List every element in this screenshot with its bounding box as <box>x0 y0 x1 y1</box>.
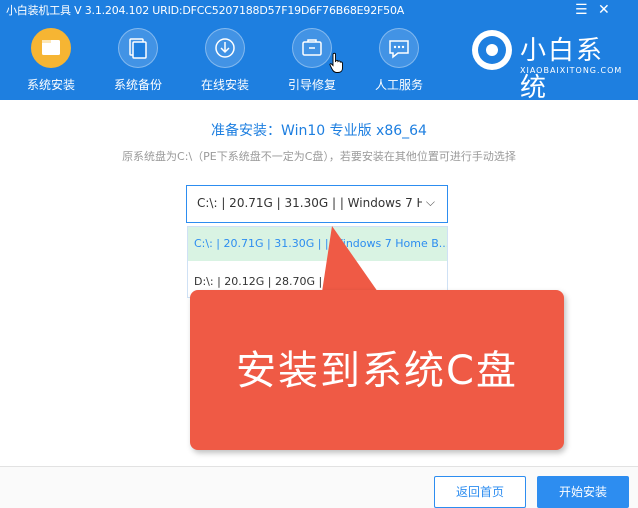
callout-box: 安装到系统C盘 <box>190 290 564 450</box>
menu-icon[interactable]: ☰ <box>575 0 588 20</box>
online-icon <box>205 28 245 68</box>
nav-label: 在线安装 <box>200 78 249 92</box>
install-title: 准备安装：Win10 专业版 x86_64 <box>211 123 427 139</box>
folder-icon <box>31 28 71 68</box>
nav-item-manual-service[interactable]: 人工服务 <box>356 26 442 98</box>
repair-icon <box>292 28 332 68</box>
close-icon[interactable]: ✕ <box>598 0 610 20</box>
nav-label: 系统安装 <box>26 78 75 92</box>
chat-icon <box>379 28 419 68</box>
nav-label: 人工服务 <box>374 78 423 92</box>
partition-dropdown: C:\: | 20.71G | 31.30G | | Windows 7 Hom… <box>187 226 448 298</box>
chevron-down-icon[interactable]: ⌵ <box>426 195 435 210</box>
header-bar: 小白装机工具 V 3.1.204.102 URID:DFCC5207188D57… <box>0 0 638 103</box>
backup-icon <box>118 28 158 68</box>
nav-item-system-backup[interactable]: 系统备份 <box>95 26 181 98</box>
mouse-cursor-icon <box>328 52 344 78</box>
start-install-button[interactable]: 开始安装 <box>537 476 629 508</box>
window-title: 小白装机工具 V 3.1.204.102 URID:DFCC5207188D57… <box>6 4 405 17</box>
callout-pointer <box>322 226 378 292</box>
partition-option-c[interactable]: C:\: | 20.71G | 31.30G | | Windows 7 Hom… <box>188 227 447 261</box>
install-description: 原系统盘为C:\（PE下系统盘不一定为C盘），若要安装在其他位置可进行手动选择 <box>122 150 516 163</box>
callout-text: 安装到系统C盘 <box>236 348 518 394</box>
nav-item-online-install[interactable]: 在线安装 <box>182 26 268 98</box>
nav-label: 系统备份 <box>113 78 162 92</box>
app-logo: 小白系统 XIAOBAIXITONG.COM <box>466 24 630 103</box>
back-home-button[interactable]: 返回首页 <box>434 476 526 508</box>
nav-item-system-install[interactable]: 系统安装 <box>8 26 94 101</box>
partition-select-value: C:\: | 20.71G | 31.30G | | Windows 7 Hor <box>197 196 422 210</box>
logo-subtitle: XIAOBAIXITONG.COM <box>520 66 623 75</box>
nav-label: 引导修复 <box>287 78 336 92</box>
partition-select[interactable]: C:\: | 20.71G | 31.30G | | Windows 7 Hor… <box>186 185 448 223</box>
logo-icon <box>472 30 512 70</box>
